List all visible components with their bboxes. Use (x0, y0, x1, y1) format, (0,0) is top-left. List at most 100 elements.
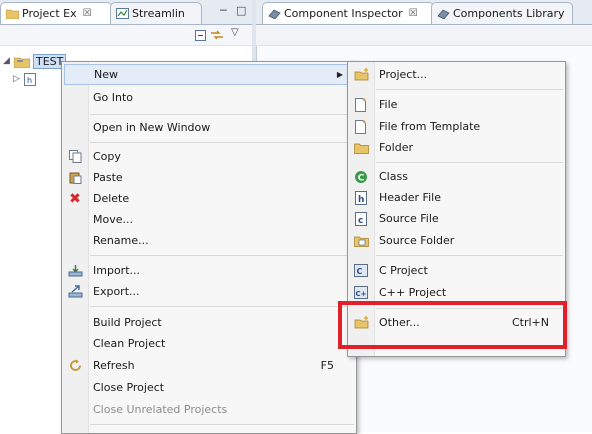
menu-item-open-new-window[interactable]: Open in New Window (62, 117, 356, 138)
menu-item-file-from-template[interactable]: File from Template (348, 116, 565, 137)
tab-streamline[interactable]: Streamlin (110, 2, 202, 24)
submenu-arrow-icon: ▶ (336, 70, 343, 79)
svg-text:c: c (358, 216, 363, 226)
chart-icon (116, 8, 129, 19)
menu-label: Import... (93, 264, 140, 277)
menu-separator (376, 89, 563, 90)
tree-item-child[interactable]: ▷ h (13, 71, 36, 87)
collapse-all-icon[interactable] (195, 30, 206, 41)
maximize-icon[interactable]: □ (236, 4, 246, 17)
minimize-icon[interactable]: ─ (220, 4, 227, 17)
editor-toolbar (256, 25, 592, 46)
menu-label: File from Template (379, 120, 481, 133)
menu-label: Rename... (93, 234, 149, 247)
menu-item-source-file[interactable]: c Source File (348, 208, 565, 229)
context-menu: New ▶ Go Into Open in New Window Copy Pa… (61, 61, 357, 434)
menu-item-folder[interactable]: Folder (348, 137, 565, 158)
menu-item-go-into[interactable]: Go Into (62, 87, 356, 108)
close-icon[interactable]: ☒ (83, 8, 92, 19)
menu-item-close-unrelated: Close Unrelated Projects (62, 399, 356, 420)
menu-item-source-folder[interactable]: Source Folder (348, 230, 565, 251)
refresh-icon (62, 355, 88, 376)
menu-item-class[interactable]: C Class (348, 166, 565, 187)
svg-text:C+: C+ (356, 290, 367, 298)
menu-item-refresh[interactable]: Refresh F5 (62, 355, 356, 376)
menu-label: Source Folder (379, 234, 455, 247)
menu-item-cpp-project[interactable]: C+ C++ Project (348, 282, 565, 303)
paste-icon (62, 167, 88, 188)
tab-label: Components Library (453, 7, 565, 20)
menu-item-new-project[interactable]: Project... (348, 64, 565, 85)
menu-separator (90, 255, 354, 256)
svg-text:h: h (358, 195, 364, 205)
svg-text:C: C (357, 267, 363, 276)
menu-label: Move... (93, 213, 133, 226)
new-file-icon (348, 116, 374, 137)
menu-label: Folder (379, 141, 413, 154)
menu-label: Header File (379, 191, 441, 204)
folder-icon (6, 9, 19, 19)
header-file-icon: h (24, 72, 36, 86)
tab-label: Streamlin (132, 7, 185, 20)
menu-item-c-project[interactable]: C C Project (348, 260, 565, 281)
project-explorer-toolbar: ▽ (0, 25, 252, 46)
collapsed-arrow-icon[interactable]: ▷ (13, 74, 21, 84)
component-icon (437, 9, 450, 19)
menu-item-clean-project[interactable]: Clean Project (62, 333, 356, 354)
menu-separator (90, 306, 354, 307)
menu-separator (90, 142, 354, 143)
menu-item-move[interactable]: Move... (62, 209, 356, 230)
link-with-editor-icon[interactable] (210, 29, 224, 41)
cpp-project-icon: C+ (348, 282, 374, 303)
delete-icon: ✖ (69, 190, 81, 207)
shortcut-label: F5 (320, 359, 334, 372)
close-icon[interactable]: ☒ (409, 8, 418, 19)
c-project-icon: C (348, 260, 374, 281)
new-project-icon (348, 64, 374, 85)
menu-item-build-project[interactable]: Build Project (62, 312, 356, 333)
menu-label: New (94, 68, 118, 81)
menu-item-delete[interactable]: ✖ Delete (62, 188, 356, 209)
menu-label: Project... (379, 68, 428, 81)
menu-separator (90, 114, 354, 115)
menu-item-paste[interactable]: Paste (62, 167, 356, 188)
tree-item-project[interactable]: ◢ TEST (3, 53, 67, 69)
header-file-icon: h (348, 187, 374, 208)
menu-item-header-file[interactable]: h Header File (348, 187, 565, 208)
tab-label: Component Inspector (284, 7, 403, 20)
new-file-icon (348, 94, 374, 115)
menu-item-close-project[interactable]: Close Project (62, 377, 356, 398)
source-folder-icon (348, 230, 374, 251)
menu-label: Close Unrelated Projects (93, 403, 228, 416)
svg-text:C: C (358, 173, 365, 183)
menu-label: C++ Project (379, 286, 447, 299)
menu-separator (90, 424, 354, 425)
menu-separator (376, 162, 563, 163)
menu-label: Paste (93, 171, 123, 184)
tab-component-inspector[interactable]: Component Inspector ☒ (262, 2, 434, 24)
right-tab-bar: Component Inspector ☒ Components Library (256, 0, 592, 25)
tab-project-explorer[interactable]: Project Ex ☒ (0, 2, 112, 24)
menu-label: Clean Project (93, 337, 166, 350)
copy-icon (62, 146, 88, 167)
tab-label: Project Ex (22, 7, 77, 20)
menu-label: Refresh (93, 359, 135, 372)
menu-item-rename[interactable]: Rename... (62, 230, 356, 251)
menu-item-import[interactable]: Import... (62, 260, 356, 281)
project-folder-icon (14, 57, 30, 68)
menu-label: Close Project (93, 381, 165, 394)
menu-item-export[interactable]: Export... (62, 281, 356, 302)
menu-label: Open in New Window (93, 121, 211, 134)
component-icon (268, 9, 281, 19)
menu-label: Delete (93, 192, 130, 205)
tab-components-library[interactable]: Components Library (431, 2, 573, 24)
menu-label: Source File (379, 212, 439, 225)
view-menu-icon[interactable]: ▽ (231, 27, 239, 38)
menu-item-new[interactable]: New ▶ (64, 64, 354, 85)
menu-label: File (379, 98, 398, 111)
menu-label: C Project (379, 264, 428, 277)
menu-label: Build Project (93, 316, 162, 329)
menu-item-copy[interactable]: Copy (62, 146, 356, 167)
menu-item-new-file[interactable]: File (348, 94, 565, 115)
expand-arrow-icon[interactable]: ◢ (3, 56, 11, 66)
